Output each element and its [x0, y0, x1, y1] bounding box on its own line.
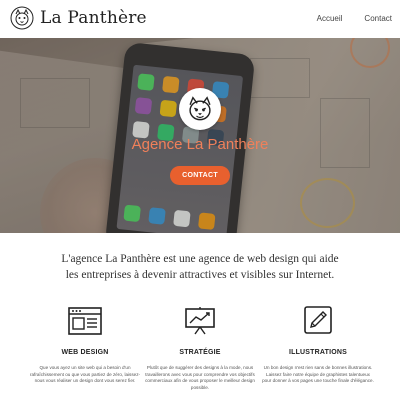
feature-title: ILLUSTRATIONS: [288, 349, 348, 356]
site-header: La Panthère Accueil Contact: [0, 0, 400, 38]
feature-strategie: STRATÉGIE Plutôt que de suggérer des des…: [140, 306, 260, 391]
feature-description: Un bon design n'est rien sans de bonnes …: [262, 365, 374, 383]
browser-window-icon: [68, 307, 102, 335]
features-section: WEB DESIGN Que vous ayez un site web qui…: [0, 300, 400, 400]
feature-title: WEB DESIGN: [61, 349, 109, 356]
feature-illustrations: ILLUSTRATIONS Un bon design n'est rien s…: [258, 306, 378, 385]
nav-link-contact[interactable]: Contact: [364, 14, 392, 23]
main-nav: Accueil Contact: [295, 14, 392, 23]
logo[interactable]: La Panthère: [10, 6, 147, 30]
panther-icon: [189, 96, 211, 121]
intro-text: L'agence La Panthère est une agence de w…: [61, 253, 339, 281]
pencil-icon: [304, 306, 332, 334]
hero-title: Agence La Panthère: [131, 136, 269, 153]
contact-button[interactable]: CONTACT: [170, 166, 230, 185]
chart-board-icon: [185, 307, 215, 335]
feature-web-design: WEB DESIGN Que vous ayez un site web qui…: [25, 306, 145, 385]
feature-title: STRATÉGIE: [179, 349, 221, 356]
hero-logo-badge: [179, 88, 221, 130]
site-title: La Panthère: [40, 8, 147, 28]
panther-icon: [10, 6, 34, 30]
feature-description: Plutôt que de suggérer des designs à la …: [145, 365, 255, 390]
hero-section: Agence La Panthère CONTACT: [0, 38, 400, 233]
nav-link-accueil[interactable]: Accueil: [317, 14, 343, 23]
feature-description: Que vous ayez un site web qui a besoin d…: [29, 365, 141, 383]
